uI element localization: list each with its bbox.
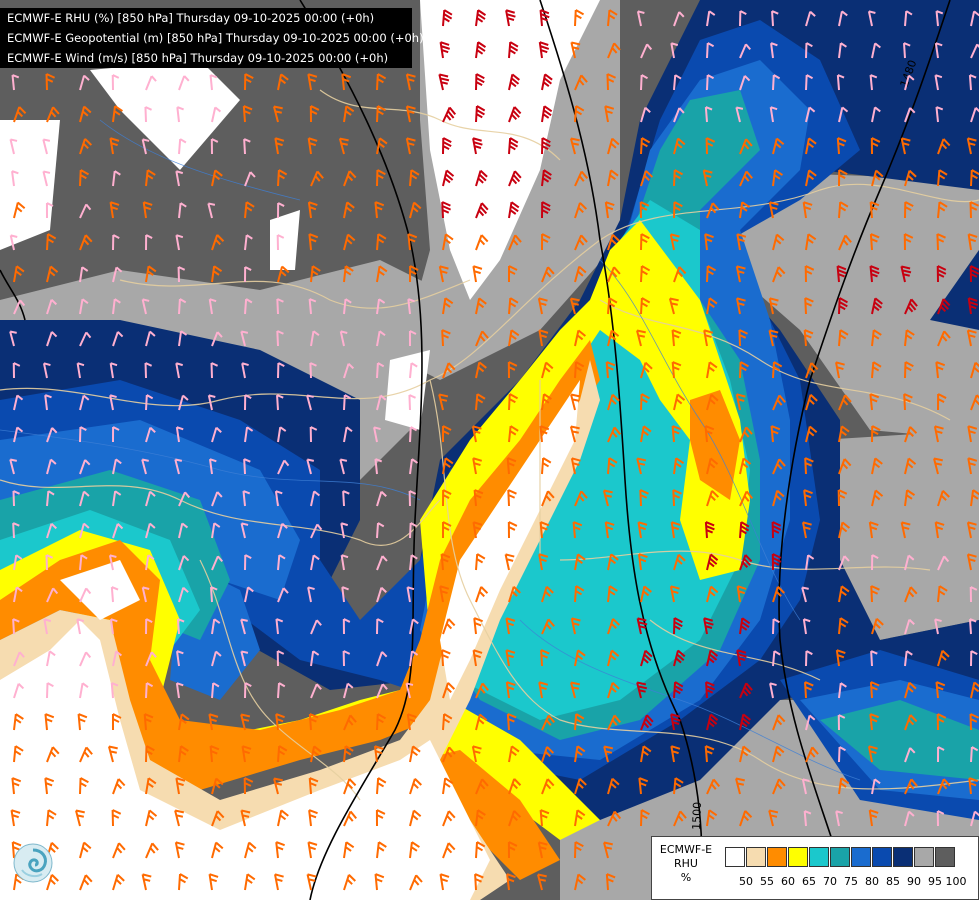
legend-tick-label: 70 [823, 875, 837, 888]
legend-swatches [725, 847, 956, 867]
title-rhu: ECMWF-E RHU (%) [850 hPa] Thursday 09-10… [7, 11, 375, 25]
map-title-box: ECMWF-E RHU (%) [850 hPa] Thursday 09-10… [0, 8, 424, 68]
legend-tick-label: 60 [781, 875, 795, 888]
legend-swatch [830, 847, 850, 867]
legend-swatch [725, 847, 745, 867]
legend-swatch [893, 847, 913, 867]
legend-swatch [767, 847, 787, 867]
weather-map[interactable]: 1480 1500 [0, 0, 979, 900]
title-wind: ECMWF-E Wind (m/s) [850 hPa] Thursday 09… [7, 51, 389, 65]
map-viewer: 1480 1500 ECMWF-E RHU (%) [850 hPa] Thur… [0, 0, 979, 900]
ecmwf-swirl-logo-icon [13, 843, 53, 883]
legend-tick-label: 75 [844, 875, 858, 888]
legend-swatch [935, 847, 955, 867]
title-geopotential: ECMWF-E Geopotential (m) [850 hPa] Thurs… [7, 31, 424, 45]
legend-swatch [872, 847, 892, 867]
contour-label-1500: 1500 [690, 802, 704, 830]
legend-tick-label: 55 [760, 875, 774, 888]
legend-header: ECMWF-E RHU % [652, 837, 720, 900]
legend-tick-label: 90 [907, 875, 921, 888]
legend-model: ECMWF-E [659, 843, 713, 856]
legend-tick-label: 95 [928, 875, 942, 888]
legend-tick-label: 85 [886, 875, 900, 888]
legend-tick-label: 65 [802, 875, 816, 888]
legend-tick-label: 80 [865, 875, 879, 888]
legend-swatch [914, 847, 934, 867]
legend-tick-label: 100 [945, 875, 967, 888]
legend-variable: RHU [674, 857, 698, 870]
legend-swatch [788, 847, 808, 867]
rhu-legend: ECMWF-E RHU % 50 55 60 65 70 75 80 85 90 95 100 [651, 836, 979, 900]
legend-swatch [851, 847, 871, 867]
legend-tick-label: 50 [739, 875, 753, 888]
legend-swatch [746, 847, 766, 867]
legend-swatch [809, 847, 829, 867]
legend-unit: % [680, 871, 692, 884]
